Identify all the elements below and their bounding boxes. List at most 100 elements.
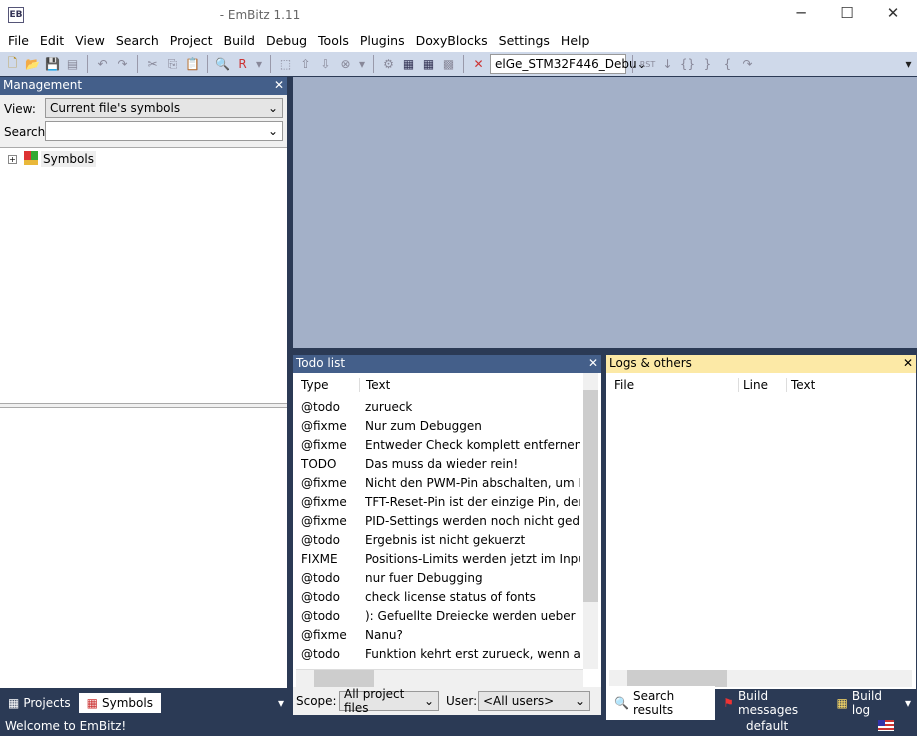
menu-debug[interactable]: Debug: [262, 30, 311, 52]
close-button[interactable]: ✕: [870, 4, 916, 26]
close-icon[interactable]: ✕: [903, 356, 913, 372]
menu-help[interactable]: Help: [557, 30, 594, 52]
table-row[interactable]: TODO Das muss da wieder rein!: [293, 454, 580, 473]
close-icon[interactable]: ✕: [588, 356, 598, 372]
scope-select[interactable]: All project files ⌄: [339, 687, 439, 715]
minimize-button[interactable]: ─: [778, 4, 824, 26]
menu-project[interactable]: Project: [166, 30, 217, 52]
column-type[interactable]: Type: [301, 378, 359, 392]
step-out-icon[interactable]: }: [699, 56, 716, 73]
column-line[interactable]: Line: [738, 378, 786, 392]
horizontal-scrollbar[interactable]: [609, 670, 912, 687]
menu-doxyblocks[interactable]: DoxyBlocks: [412, 30, 492, 52]
todo-text: zurueck: [365, 399, 413, 414]
toolbar-separator: [632, 55, 633, 73]
open-folder-icon[interactable]: 📂: [24, 56, 41, 73]
logs-panel: Logs & others ✕ File Line Text: [606, 355, 916, 689]
panel-title: Logs & others: [609, 356, 692, 370]
expand-icon[interactable]: +: [8, 155, 17, 164]
menu-search[interactable]: Search: [112, 30, 163, 52]
tabs-menu-icon[interactable]: ▾: [905, 696, 911, 710]
user-select[interactable]: <All users> ⌄: [478, 691, 590, 711]
step-over-icon[interactable]: {}: [679, 56, 696, 73]
column-text[interactable]: Text: [786, 378, 815, 392]
close-icon[interactable]: ✕: [274, 78, 284, 94]
menu-build[interactable]: Build: [220, 30, 259, 52]
menu-edit[interactable]: Edit: [36, 30, 68, 52]
new-file-icon[interactable]: 🗋: [4, 56, 21, 73]
view-select[interactable]: Current file's symbols ⌄: [45, 98, 283, 118]
table-row[interactable]: @todo Funktion kehrt erst zurueck, wenn a…: [293, 644, 580, 663]
jump-icon[interactable]: ⬚: [277, 56, 294, 73]
arrow-down-icon[interactable]: ⇩: [317, 56, 334, 73]
chevron-down-icon: ⌄: [574, 694, 585, 708]
abort-icon[interactable]: ▩: [440, 56, 457, 73]
table-row[interactable]: @fixme Nicht den PWM-Pin abschalten, um M…: [293, 473, 580, 492]
reset-icon[interactable]: RST: [639, 56, 656, 73]
overflow-icon[interactable]: ▾: [254, 56, 264, 73]
tab-search-results[interactable]: 🔍 Search results: [606, 686, 716, 720]
step-into-icon[interactable]: ↓: [659, 56, 676, 73]
build-target-select[interactable]: elGe_STM32F446_Debu ⌄: [490, 54, 647, 74]
table-row[interactable]: @fixme Nur zum Debuggen: [293, 416, 580, 435]
copy-icon[interactable]: ⎘: [164, 56, 181, 73]
save-all-icon[interactable]: ▤: [64, 56, 81, 73]
menu-file[interactable]: File: [4, 30, 33, 52]
menu-plugins[interactable]: Plugins: [356, 30, 409, 52]
tab-symbols[interactable]: ▦ Symbols: [78, 693, 161, 713]
table-row[interactable]: @fixme PID-Settings werden noch nicht ged…: [293, 511, 580, 530]
splitter[interactable]: [0, 403, 287, 408]
table-row[interactable]: @todo nur fuer Debugging: [293, 568, 580, 587]
replace-icon[interactable]: R: [234, 56, 251, 73]
menu-view[interactable]: View: [71, 30, 109, 52]
paste-icon[interactable]: 📋: [184, 56, 201, 73]
scrollbar-thumb[interactable]: [314, 670, 374, 687]
arrow-up-icon[interactable]: ⇧: [297, 56, 314, 73]
step-instruction-icon[interactable]: {: [719, 56, 736, 73]
horizontal-scrollbar[interactable]: [296, 669, 583, 687]
table-row[interactable]: @todo Ergebnis ist nicht gekuerzt: [293, 530, 580, 549]
todo-type: FIXME: [301, 551, 338, 566]
compile-icon[interactable]: ▦: [400, 56, 417, 73]
table-row[interactable]: @fixme Nanu?: [293, 625, 580, 644]
save-icon[interactable]: 💾: [44, 56, 61, 73]
todo-type: @todo: [301, 646, 341, 661]
tab-build-log[interactable]: ▦ Build log: [829, 686, 905, 720]
rebuild-icon[interactable]: ▦: [420, 56, 437, 73]
tools-icon[interactable]: ✕: [470, 56, 487, 73]
table-row[interactable]: @fixme Entweder Check komplett entfernen …: [293, 435, 580, 454]
column-file[interactable]: File: [614, 378, 738, 392]
tab-build-messages[interactable]: ⚑ Build messages: [715, 686, 828, 720]
menu-settings[interactable]: Settings: [495, 30, 554, 52]
todo-text: Ergebnis ist nicht gekuerzt: [365, 532, 526, 547]
table-row[interactable]: @todo zurueck: [293, 397, 580, 416]
table-row[interactable]: FIXME Positions-Limits werden jetzt im In…: [293, 549, 580, 568]
table-row[interactable]: @fixme TFT-Reset-Pin ist der einzige Pin,…: [293, 492, 580, 511]
menu-tools[interactable]: Tools: [314, 30, 353, 52]
continue-icon[interactable]: ↷: [739, 56, 756, 73]
vertical-scrollbar[interactable]: [583, 373, 598, 669]
build-log-icon: ▦: [836, 696, 848, 710]
todo-text: Nur zum Debuggen: [365, 418, 482, 433]
clear-icon[interactable]: ⊗: [337, 56, 354, 73]
find-icon[interactable]: 🔍: [214, 56, 231, 73]
maximize-button[interactable]: ☐: [824, 4, 870, 26]
search-input[interactable]: ⌄: [45, 121, 283, 141]
todo-header: Todo list ✕: [293, 355, 601, 373]
toolbar-overflow-icon[interactable]: ▾: [900, 56, 917, 73]
table-row[interactable]: @todo check license status of fonts: [293, 587, 580, 606]
todo-type: @fixme: [301, 475, 347, 490]
column-text[interactable]: Text: [359, 378, 390, 392]
overflow-icon[interactable]: ▾: [357, 56, 367, 73]
scrollbar-thumb[interactable]: [627, 670, 727, 687]
table-row[interactable]: @todo): Gefuellte Dreiecke werden ueber …: [293, 606, 580, 625]
undo-icon[interactable]: ↶: [94, 56, 111, 73]
tabs-menu-icon[interactable]: ▾: [278, 696, 284, 710]
redo-icon[interactable]: ↷: [114, 56, 131, 73]
build-icon[interactable]: ⚙: [380, 56, 397, 73]
cut-icon[interactable]: ✂: [144, 56, 161, 73]
tree-item-symbols[interactable]: Symbols: [41, 151, 96, 167]
table-header: File Line Text: [606, 373, 916, 397]
tab-projects[interactable]: ▦ Projects: [0, 693, 79, 713]
scrollbar-thumb[interactable]: [583, 390, 598, 602]
